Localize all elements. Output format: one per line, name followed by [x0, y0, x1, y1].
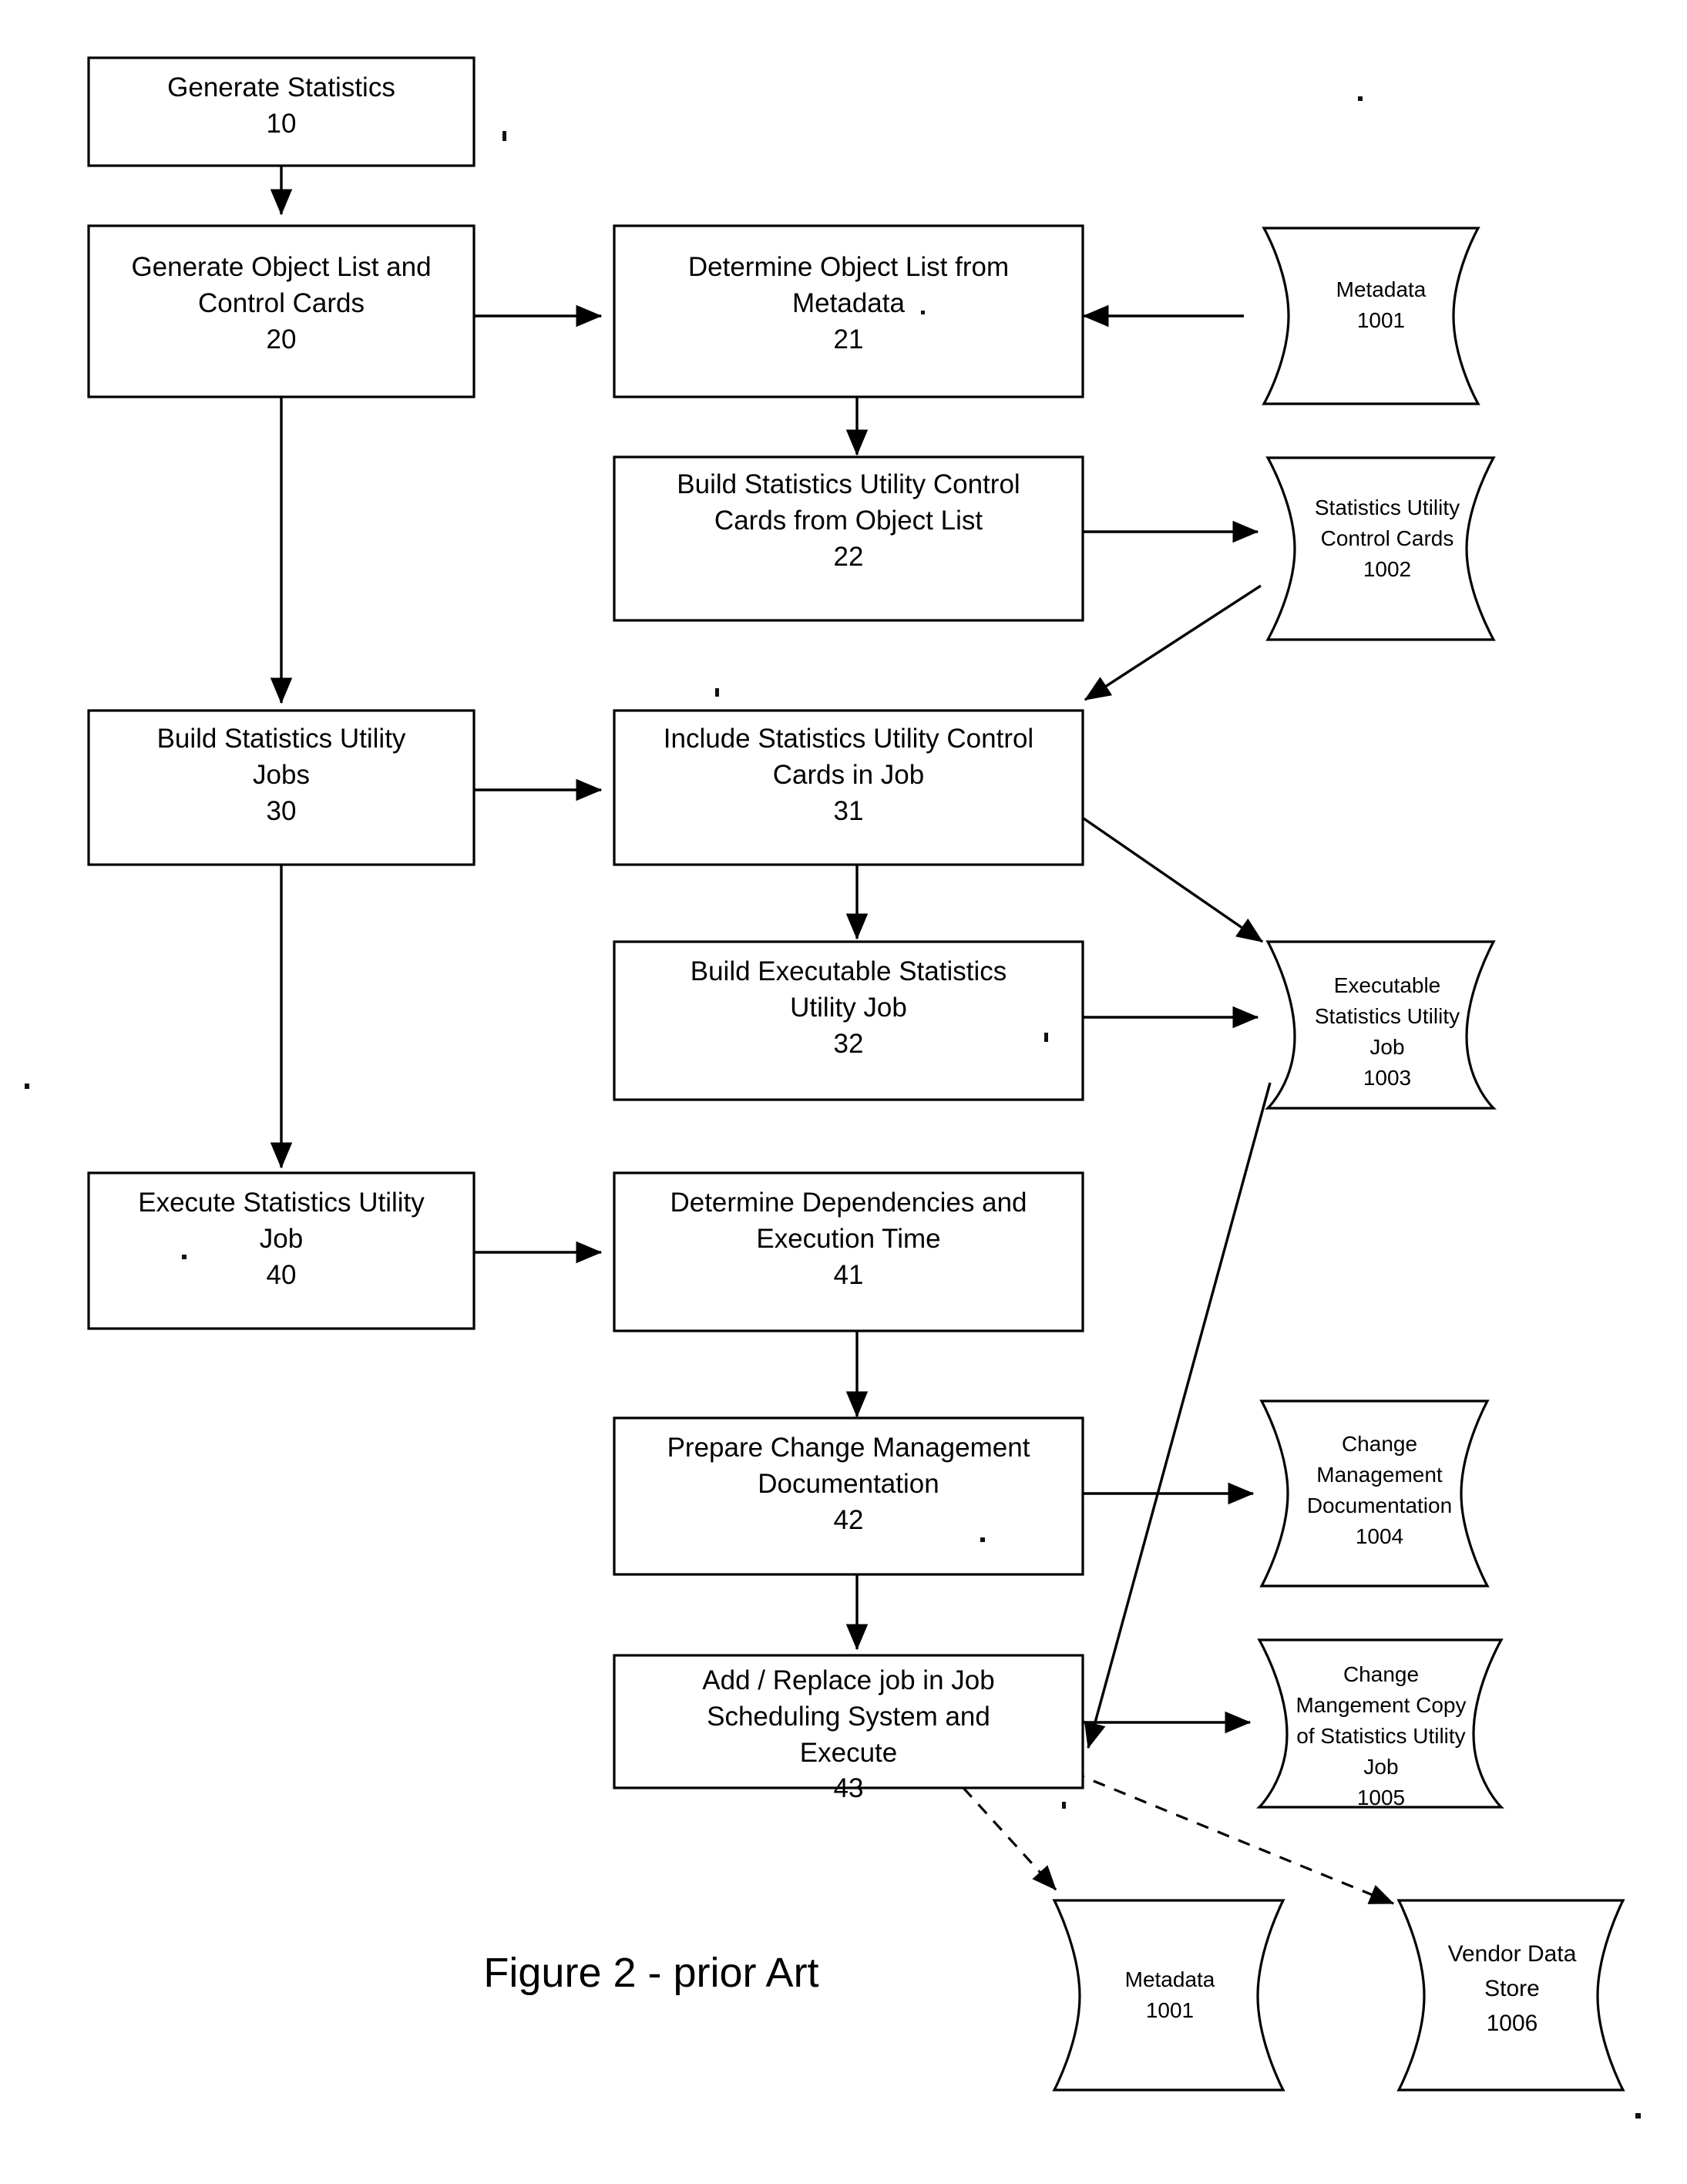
box-31-line-0: Include Statistics Utility Control	[664, 724, 1033, 754]
data-store-1005[interactable]: Change Mangement Copy of Statistics Util…	[1256, 1638, 1504, 1809]
box-32-line-1: Utility Job	[790, 993, 907, 1023]
data-store-1003[interactable]: Executable Statistics Utility Job 1003	[1264, 940, 1497, 1110]
store-1002-line-0: Statistics Utility	[1315, 496, 1460, 519]
box-30-line-0: Build Statistics Utility	[157, 724, 406, 754]
box-10-line-0: Generate Statistics	[167, 72, 395, 102]
box-10-ref: 10	[267, 109, 297, 139]
store-1005-ref: 1005	[1357, 1786, 1405, 1809]
store-1006-ref: 1006	[1487, 2011, 1538, 2036]
box-40-ref: 40	[267, 1260, 297, 1290]
store-1004-line-1: Management	[1316, 1463, 1443, 1487]
store-1003-line-1: Statistics Utility	[1315, 1004, 1460, 1028]
box-41-line-1: Execution Time	[756, 1224, 940, 1254]
box-22-ref: 22	[834, 542, 864, 572]
store-1003-ref: 1003	[1363, 1066, 1411, 1090]
process-box-21[interactable]: Determine Object List from Metadata 21	[613, 224, 1084, 398]
edge-1002-to-31	[1084, 584, 1262, 701]
box-20-line-1: Control Cards	[198, 288, 365, 318]
store-1005-line-3: Job	[1363, 1755, 1398, 1779]
store-1003-line-2: Job	[1369, 1035, 1404, 1059]
edge-43-to-1001-dashed	[962, 1786, 1057, 1891]
box-22-line-0: Build Statistics Utility Control	[677, 469, 1020, 499]
store-1006-line-1: Store	[1484, 1976, 1540, 2001]
store-1004-ref: 1004	[1356, 1524, 1403, 1548]
data-store-1002[interactable]: Statistics Utility Control Cards 1002	[1265, 456, 1496, 641]
box-43-ref: 43	[834, 1773, 864, 1803]
figure-canvas: Generate Statistics 10 Generate Object L…	[0, 0, 1687, 2184]
box-43-line-1: Scheduling System and	[707, 1702, 990, 1732]
box-42-ref: 42	[834, 1505, 864, 1535]
box-30-line-1: Jobs	[253, 760, 310, 790]
data-store-1004[interactable]: Change Management Documentation 1004	[1259, 1399, 1490, 1588]
box-41-ref: 41	[834, 1260, 864, 1290]
box-40-line-0: Execute Statistics Utility	[138, 1188, 425, 1218]
process-box-10[interactable]: Generate Statistics 10	[87, 56, 476, 167]
store-1005-line-0: Change	[1343, 1662, 1419, 1686]
store-1001-top-line-0: Metadata	[1336, 277, 1427, 301]
box-21-line-1: Metadata	[792, 288, 905, 318]
box-42-line-0: Prepare Change Management	[667, 1433, 1030, 1463]
box-32-line-0: Build Executable Statistics	[691, 956, 1006, 986]
box-32-ref: 32	[834, 1029, 864, 1059]
store-1004-line-2: Documentation	[1307, 1494, 1452, 1517]
process-box-31[interactable]: Include Statistics Utility Control Cards…	[613, 709, 1084, 866]
box-42-line-1: Documentation	[758, 1469, 939, 1499]
store-1001-bottom-line-0: Metadata	[1125, 1967, 1215, 1991]
store-1002-ref: 1002	[1363, 557, 1411, 581]
data-store-1006[interactable]: Vendor Data Store 1006	[1396, 1899, 1625, 2092]
store-1001-top-ref: 1001	[1357, 308, 1405, 332]
data-store-1001-top[interactable]: Metadata 1001	[1262, 227, 1480, 405]
process-box-20[interactable]: Generate Object List and Control Cards 2…	[87, 224, 476, 398]
box-31-line-1: Cards in Job	[773, 760, 924, 790]
store-1006-line-0: Vendor Data	[1448, 1941, 1577, 1967]
data-store-1001-bottom[interactable]: Metadata 1001	[1052, 1899, 1285, 2092]
store-1003-line-0: Executable	[1334, 973, 1441, 997]
process-box-40[interactable]: Execute Statistics Utility Job 40	[87, 1171, 476, 1330]
box-43-line-2: Execute	[800, 1738, 897, 1768]
process-box-42[interactable]: Prepare Change Management Documentation …	[613, 1416, 1084, 1576]
process-box-43[interactable]: Add / Replace job in Job Scheduling Syst…	[613, 1654, 1084, 1803]
box-40-line-1: Job	[260, 1224, 303, 1254]
box-20-ref: 20	[267, 324, 297, 354]
box-21-ref: 21	[834, 324, 864, 354]
box-30-ref: 30	[267, 796, 297, 826]
process-box-32[interactable]: Build Executable Statistics Utility Job …	[613, 940, 1084, 1101]
store-1005-line-2: of Statistics Utility	[1296, 1724, 1465, 1748]
process-box-30[interactable]: Build Statistics Utility Jobs 30	[87, 709, 476, 866]
store-1004-line-0: Change	[1342, 1432, 1417, 1456]
flowchart-svg: Generate Statistics 10 Generate Object L…	[25, 56, 1641, 2118]
box-21-line-0: Determine Object List from	[688, 252, 1009, 282]
store-1002-line-1: Control Cards	[1321, 526, 1454, 550]
store-1005-line-1: Mangement Copy	[1295, 1693, 1466, 1717]
box-22-line-1: Cards from Object List	[714, 506, 983, 536]
edge-31-to-1003	[1083, 817, 1264, 943]
edge-1003-to-43	[1084, 1082, 1272, 1749]
process-box-22[interactable]: Build Statistics Utility Control Cards f…	[613, 455, 1084, 622]
box-43-line-0: Add / Replace job in Job	[702, 1665, 994, 1695]
box-31-ref: 31	[834, 796, 864, 826]
process-box-41[interactable]: Determine Dependencies and Execution Tim…	[613, 1171, 1084, 1332]
figure-caption: Figure 2 - prior Art	[483, 1950, 818, 1996]
box-20-line-0: Generate Object List and	[131, 252, 431, 282]
store-1001-bottom-ref: 1001	[1146, 1998, 1194, 2022]
box-41-line-0: Determine Dependencies and	[670, 1188, 1027, 1218]
